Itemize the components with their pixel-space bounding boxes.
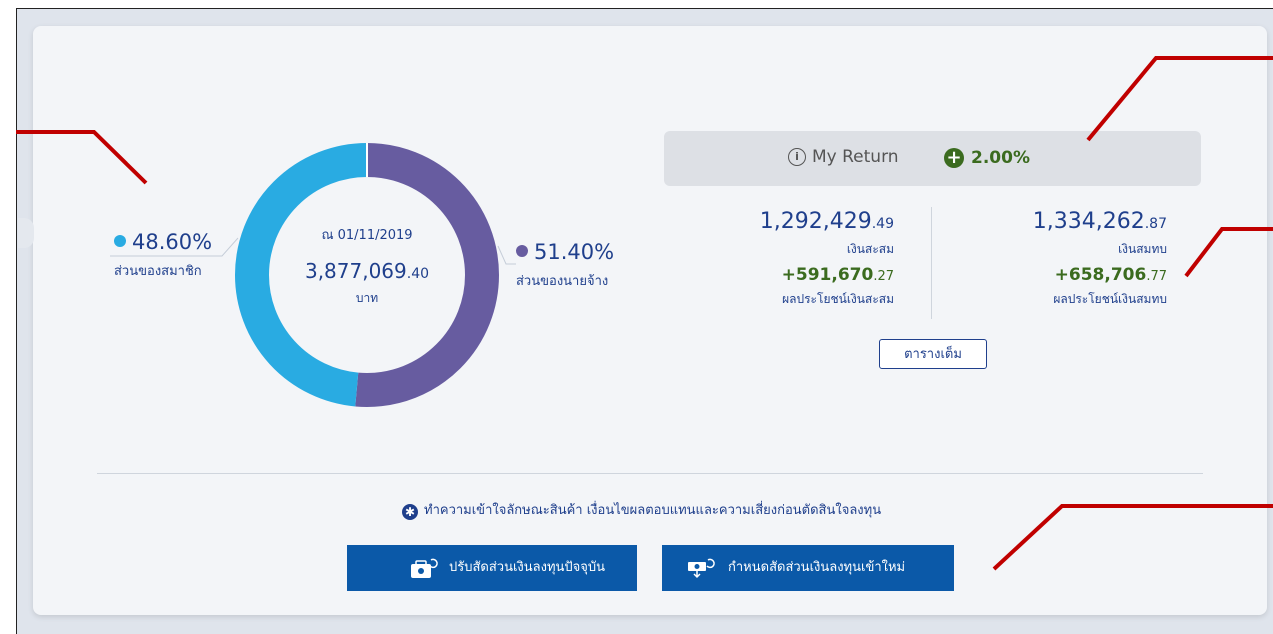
set-new-allocation-button[interactable]: กำหนดสัดส่วนเงินลงทุนเข้าใหม่ [662,545,954,591]
contribution-gain-integer: +658,706 [1054,265,1147,285]
total-balance-integer: 3,877,069 [304,259,407,283]
hand-money-icon [688,558,715,579]
adjust-current-allocation-label: ปรับสัดส่วนเงินลงทุนปัจจุบัน [449,560,606,575]
currency-unit: บาท [355,291,379,305]
contribution-column: 1,334,262.87 เงินสมทบ +658,706.77 ผลประโ… [970,209,1167,309]
my-return-info[interactable]: i My Return [788,147,899,167]
my-return-bar: i My Return + 2.00% [664,131,1201,186]
member-leader-line [110,237,239,257]
set-new-allocation-label: กำหนดสัดส่วนเงินลงทุนเข้าใหม่ [728,560,906,575]
savings-value-integer: 1,292,429 [759,209,872,234]
savings-gain-integer: +591,670 [781,265,874,285]
savings-value-decimal: .49 [871,216,894,232]
my-return-value: 2.00% [971,148,1030,168]
contribution-gain-decimal: .77 [1146,269,1167,284]
info-circle-icon: i [788,148,806,166]
donut-center: ณ 01/11/2019 3,877,069.40 บาท [290,220,444,308]
savings-value: 1,292,429.49 [700,209,894,234]
full-table-button[interactable]: ตารางเต็ม [879,339,987,369]
contribution-value-decimal: .87 [1144,216,1167,232]
employer-share-percent: 51.40% [516,240,614,264]
contribution-gain: +658,706.77 [970,265,1167,285]
savings-label: เงินสะสม [846,242,894,256]
savings-gain-label: ผลประโยชน์เงินสะสม [782,292,894,306]
contribution-gain-label: ผลประโยชน์เงินสมทบ [1053,292,1167,306]
contribution-label: เงินสมทบ [1118,242,1167,256]
as-of-date: ณ 01/11/2019 [321,228,413,243]
savings-gain: +591,670.27 [700,265,894,285]
total-balance: 3,877,069.40 [290,259,444,283]
employer-share-label: ส่วนของนายจ้าง [516,274,609,289]
column-divider [931,207,932,319]
member-share-label: ส่วนของสมาชิก [114,264,202,279]
side-scroll-tab[interactable] [18,218,34,248]
disclaimer[interactable]: ✱ ทำความเข้าใจลักษณะสินค้า เงื่อนไขผลตอบแ… [402,499,881,520]
portfolio-card [33,26,1267,615]
wallet-refresh-icon [411,558,438,578]
adjust-current-allocation-button[interactable]: ปรับสัดส่วนเงินลงทุนปัจจุบัน [347,545,637,591]
section-divider [97,473,1203,474]
disclaimer-text: ทำความเข้าใจลักษณะสินค้า เงื่อนไขผลตอบแท… [424,503,882,518]
savings-gain-decimal: .27 [873,269,894,284]
my-return-label: My Return [812,147,899,167]
contribution-value: 1,334,262.87 [970,209,1167,234]
asterisk-icon: ✱ [402,504,418,520]
plus-circle-icon: + [944,148,964,168]
total-balance-decimal: .40 [406,266,430,282]
savings-column: 1,292,429.49 เงินสะสม +591,670.27 ผลประโ… [700,209,894,309]
contribution-value-integer: 1,334,262 [1032,209,1145,234]
employer-share-value: 51.40% [534,240,615,264]
employer-leader-line [497,245,516,265]
